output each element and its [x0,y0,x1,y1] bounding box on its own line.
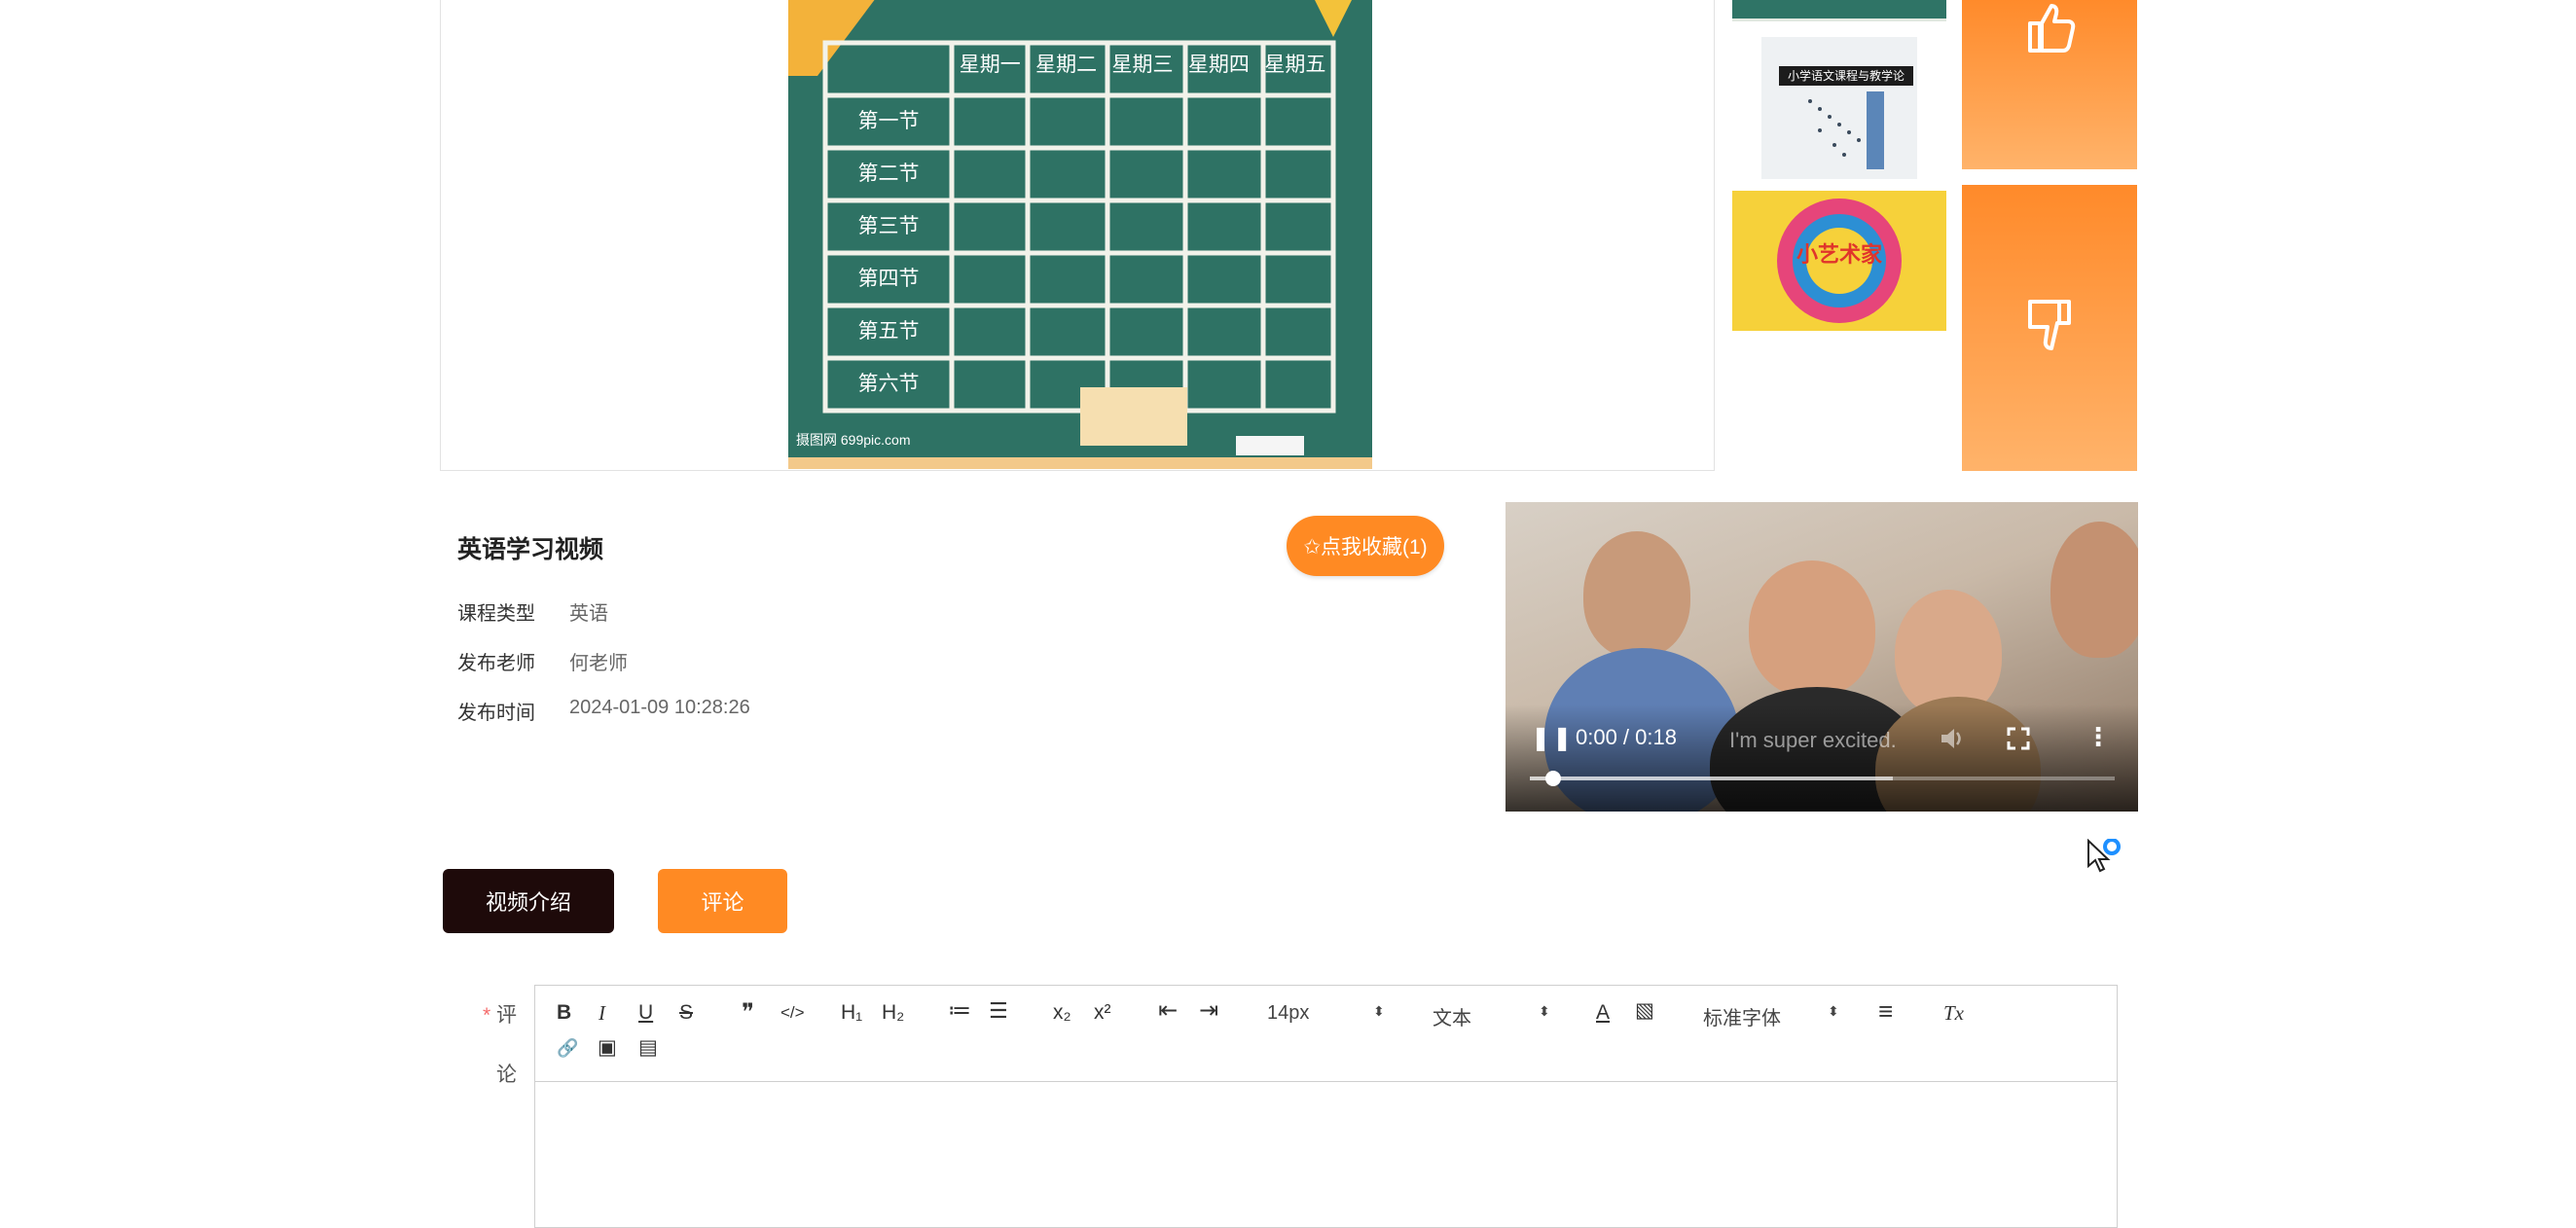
comment-label-line1: 评 [496,1004,518,1027]
video-buffered [1530,777,1893,780]
tab-comment[interactable]: 评论 [658,869,787,933]
thumbs-down-icon [2028,300,2071,350]
block-type-caret-icon: ⬍ [1539,1003,1550,1019]
period-label: 第五节 [857,320,920,343]
video-person [1749,560,1875,697]
more-options-icon[interactable]: ⋮ [2086,722,2111,752]
video-person [2050,522,2138,658]
strike-button[interactable]: S [679,1001,693,1025]
mouse-cursor-icon [2087,839,2121,873]
favorite-button[interactable]: ✩点我收藏(1) [1287,516,1444,576]
comment-label-line2: 论 [496,1064,517,1086]
period-label: 第六节 [857,373,920,395]
outdent-button[interactable]: ⇤ [1158,999,1178,1023]
video-button[interactable]: ▤ [638,1036,658,1060]
course-type-value: 英语 [569,603,608,625]
link-button[interactable]: 🔗 [557,1036,578,1060]
comment-field-label: * 评 [483,999,517,1029]
clear-format-button[interactable]: Tx [1943,1001,1964,1025]
publish-time-label: 发布时间 [457,703,535,724]
comment-editor[interactable]: B I U S ❞ </> H₁ H₂ ≔ ☰ x₂ x² ⇤ ⇥ 14px ⬍… [534,985,2118,1228]
like-button[interactable] [1962,0,2137,169]
publish-time-value: 2024-01-09 10:28:26 [569,697,750,718]
pause-icon[interactable]: ❚❚ [1531,724,1574,752]
thumbnail-1[interactable] [1732,0,1946,21]
period-label: 第一节 [857,110,920,132]
weekday-label: 星期四 [1187,54,1250,76]
dislike-button[interactable] [1962,185,2137,471]
video-player[interactable]: ❚❚ 0:00 / 0:18 I'm super excited. ⋮ [1506,502,2138,812]
thumbs-up-icon [2028,4,2076,53]
video-progress-knob[interactable] [1545,771,1562,786]
video-controls-shade [1506,704,2138,812]
video-time: 0:00 / 0:18 [1576,725,1677,749]
weekday-label: 星期一 [959,54,1021,76]
font-color-button[interactable]: A [1596,1001,1610,1025]
bold-button[interactable]: B [557,1001,571,1025]
video-caption: I'm super excited. [1729,728,1897,752]
tab-video-intro[interactable]: 视频介绍 [443,869,614,933]
period-label: 第四节 [857,268,920,290]
font-family-caret-icon: ⬍ [1828,1003,1839,1019]
weekday-label: 星期二 [1035,54,1098,76]
video-person [1583,531,1690,658]
block-type-select[interactable]: 文本 [1433,1002,1471,1030]
period-label: 第二节 [857,163,920,185]
period-column: 第一节 第二节 第三节 第四节 第五节 第六节 [825,95,952,411]
watermark: 摄图网 699pic.com [796,432,911,448]
video-progress-bar[interactable] [1530,771,2115,786]
background-color-button[interactable]: ▧ [1635,999,1654,1023]
font-size-caret-icon: ⬍ [1373,1003,1385,1019]
italic-button[interactable]: I [599,1001,605,1025]
required-star: * [483,1004,491,1027]
weekday-label: 星期五 [1264,54,1326,76]
course-title: 英语学习视频 [457,536,604,563]
bullet-list-button[interactable]: ☰ [989,999,1008,1023]
book-pattern [1808,91,1884,169]
teacher-label: 发布老师 [457,653,535,674]
superscript-button[interactable]: x² [1094,1001,1111,1025]
thumbnail-book[interactable]: 小学语文课程与教学论 [1761,37,1917,179]
book-title: 小学语文课程与教学论 [1779,66,1913,86]
course-type-label: 课程类型 [457,603,535,625]
editor-content-area[interactable] [535,1081,2117,1227]
schedule-image: 星期一 星期二 星期三 星期四 星期五 第一节 第二节 第三节 第四节 第五节 … [788,0,1372,469]
align-button[interactable]: ≡ [1878,998,1893,1024]
font-family-select[interactable]: 标准字体 [1703,1002,1781,1030]
subscript-button[interactable]: x₂ [1053,1001,1071,1025]
code-block-button[interactable]: </> [780,1001,805,1025]
thumbnail-poster[interactable]: 小艺术家 [1732,191,1946,331]
editor-toolbar: B I U S ❞ </> H₁ H₂ ≔ ☰ x₂ x² ⇤ ⇥ 14px ⬍… [535,986,2117,1082]
heading1-button[interactable]: H₁ [841,1001,862,1025]
volume-icon[interactable] [1938,724,1967,753]
ordered-list-button[interactable]: ≔ [948,999,971,1023]
underline-button[interactable]: U [638,1001,653,1025]
blockquote-button[interactable]: ❞ [742,1001,754,1025]
heading2-button[interactable]: H₂ [882,1001,904,1025]
period-label: 第三节 [857,215,920,237]
poster-title: 小艺术家 [1796,242,1882,267]
teacher-value: 何老师 [569,653,628,674]
fullscreen-icon[interactable] [2006,726,2031,751]
font-size-select[interactable]: 14px [1267,1002,1309,1025]
weekday-label: 星期三 [1111,54,1174,76]
weekday-header: 星期一 星期二 星期三 星期四 星期五 [952,49,1333,78]
image-button[interactable]: ▣ [598,1036,617,1060]
indent-button[interactable]: ⇥ [1199,999,1218,1023]
